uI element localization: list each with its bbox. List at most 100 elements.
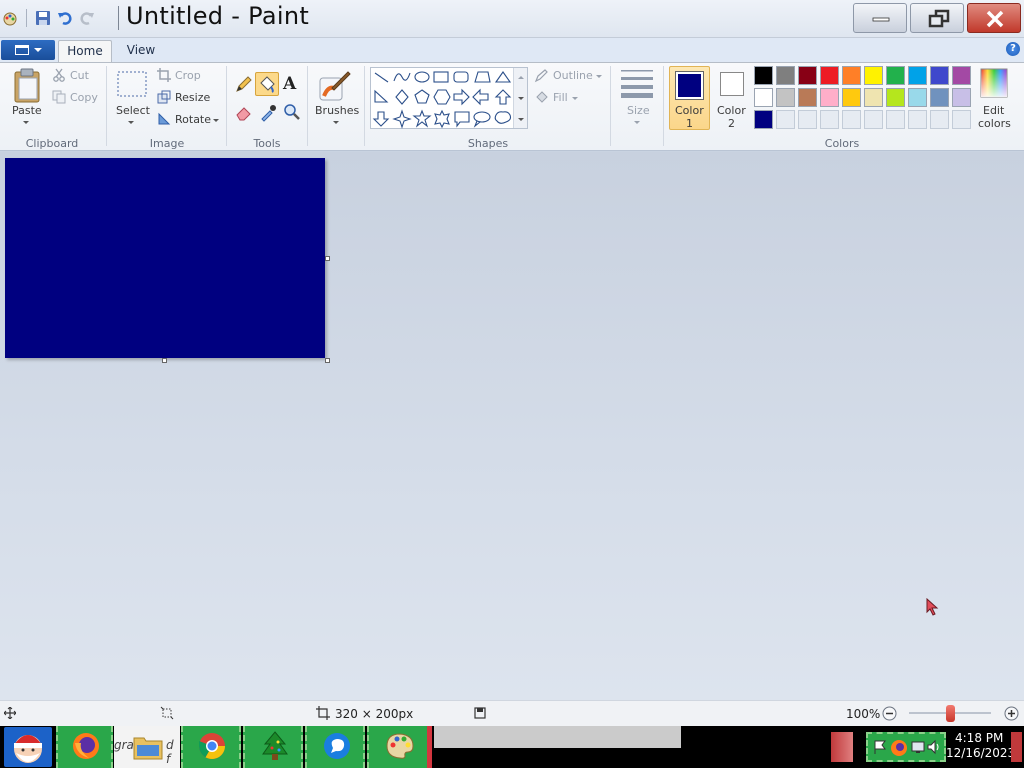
palette-color-swatch[interactable] bbox=[820, 88, 839, 107]
paint-app-icon[interactable] bbox=[2, 10, 18, 26]
palette-color-swatch[interactable] bbox=[776, 66, 795, 85]
palette-custom-slot[interactable] bbox=[886, 110, 905, 129]
palette-color-swatch[interactable] bbox=[908, 88, 927, 107]
pencil-icon[interactable] bbox=[234, 74, 254, 94]
chevron-down-icon[interactable] bbox=[572, 97, 578, 100]
palette-color-swatch[interactable] bbox=[798, 88, 817, 107]
taskbar-file-explorer[interactable]: gra d f bbox=[114, 726, 180, 768]
chevron-down-icon[interactable] bbox=[333, 121, 339, 124]
taskbar-messenger[interactable] bbox=[305, 726, 365, 768]
rotate-button[interactable]: Rotate bbox=[175, 113, 211, 126]
palette-custom-slot[interactable] bbox=[908, 110, 927, 129]
drawing-canvas[interactable] bbox=[5, 158, 325, 358]
palette-color-swatch[interactable] bbox=[930, 88, 949, 107]
cut-icon[interactable] bbox=[52, 68, 66, 82]
chevron-down-icon[interactable] bbox=[518, 97, 524, 100]
undo-icon[interactable] bbox=[57, 10, 73, 26]
edit-colors-label2[interactable]: colors bbox=[978, 117, 1011, 130]
close-button[interactable] bbox=[967, 3, 1021, 33]
eraser-icon[interactable] bbox=[234, 102, 254, 122]
shapes-gallery-scrollbar[interactable] bbox=[513, 68, 527, 128]
show-desktop-button[interactable] bbox=[1011, 732, 1022, 762]
palette-color-swatch[interactable] bbox=[842, 88, 861, 107]
resize-icon[interactable] bbox=[157, 90, 171, 104]
crop-icon[interactable] bbox=[157, 68, 171, 82]
text-tool-icon[interactable]: A bbox=[283, 74, 296, 94]
select-button[interactable]: Select bbox=[116, 104, 150, 117]
taskbar-chrome[interactable] bbox=[181, 726, 241, 768]
edit-colors-icon[interactable] bbox=[980, 68, 1008, 98]
chevron-down-icon[interactable] bbox=[23, 121, 29, 124]
select-icon[interactable] bbox=[116, 70, 148, 98]
rotate-icon[interactable] bbox=[157, 112, 171, 126]
palette-color-swatch[interactable] bbox=[886, 66, 905, 85]
palette-custom-slot[interactable] bbox=[776, 110, 795, 129]
zoom-in-icon[interactable] bbox=[1004, 706, 1019, 721]
edit-colors-label[interactable]: Edit bbox=[983, 104, 1004, 117]
redo-icon[interactable] bbox=[79, 10, 95, 26]
resize-handle-corner[interactable] bbox=[325, 358, 330, 363]
copy-icon[interactable] bbox=[52, 90, 66, 104]
resize-handle-right[interactable] bbox=[325, 256, 330, 261]
taskbar-firefox[interactable] bbox=[56, 726, 113, 768]
fill-tool-selected[interactable] bbox=[255, 72, 279, 96]
tray-notes-icon[interactable] bbox=[831, 732, 853, 762]
network-icon[interactable] bbox=[910, 739, 926, 755]
brushes-button[interactable]: Brushes bbox=[315, 104, 359, 117]
size-button[interactable]: Size bbox=[627, 104, 650, 117]
zoom-slider-thumb[interactable] bbox=[946, 705, 955, 722]
palette-custom-slot[interactable] bbox=[842, 110, 861, 129]
palette-color-swatch[interactable] bbox=[864, 88, 883, 107]
fill-button[interactable]: Fill bbox=[553, 91, 568, 104]
crop-button[interactable]: Crop bbox=[175, 69, 201, 82]
palette-color-swatch[interactable] bbox=[842, 66, 861, 85]
palette-color-swatch[interactable] bbox=[908, 66, 927, 85]
flag-icon[interactable] bbox=[872, 739, 888, 755]
palette-color-swatch[interactable] bbox=[952, 88, 971, 107]
outline-button[interactable]: Outline bbox=[553, 69, 593, 82]
chevron-down-icon[interactable] bbox=[634, 121, 640, 124]
palette-custom-slot[interactable] bbox=[952, 110, 971, 129]
chevron-up-icon[interactable] bbox=[518, 76, 524, 79]
palette-custom-slot[interactable] bbox=[930, 110, 949, 129]
chevron-down-icon[interactable] bbox=[128, 121, 134, 124]
paste-button[interactable]: Paste bbox=[12, 104, 42, 117]
chevron-down-icon[interactable] bbox=[596, 75, 602, 78]
size-icon[interactable] bbox=[620, 68, 654, 98]
color2-button[interactable] bbox=[720, 72, 744, 96]
start-button[interactable] bbox=[4, 727, 52, 767]
zoom-out-icon[interactable] bbox=[882, 706, 897, 721]
tray-firefox-icon[interactable] bbox=[890, 739, 908, 757]
taskbar-christmas-app[interactable] bbox=[243, 726, 303, 768]
palette-color-swatch[interactable] bbox=[886, 88, 905, 107]
palette-color-swatch[interactable] bbox=[820, 66, 839, 85]
shapes-gallery-icons[interactable] bbox=[372, 69, 512, 129]
restore-button[interactable] bbox=[910, 3, 964, 33]
brushes-icon[interactable] bbox=[318, 68, 352, 102]
resize-button[interactable]: Resize bbox=[175, 91, 210, 104]
tab-home[interactable]: Home bbox=[58, 40, 112, 62]
clock-date[interactable]: 12/16/2023 bbox=[946, 746, 1015, 760]
magnifier-icon[interactable] bbox=[282, 102, 302, 122]
chevron-down-icon[interactable] bbox=[213, 119, 219, 122]
file-menu-button[interactable] bbox=[1, 40, 55, 60]
expand-gallery-icon[interactable] bbox=[518, 118, 524, 121]
help-icon[interactable]: ? bbox=[1006, 42, 1020, 56]
palette-custom-slot[interactable] bbox=[820, 110, 839, 129]
palette-color-swatch[interactable] bbox=[930, 66, 949, 85]
volume-icon[interactable] bbox=[926, 739, 942, 755]
taskbar-paint[interactable] bbox=[367, 726, 432, 768]
palette-custom-slot[interactable] bbox=[864, 110, 883, 129]
palette-color-swatch[interactable] bbox=[754, 88, 773, 107]
color-picker-icon[interactable] bbox=[258, 102, 278, 122]
fill-icon[interactable] bbox=[534, 90, 549, 104]
palette-color-swatch[interactable] bbox=[754, 66, 773, 85]
clock-time[interactable]: 4:18 PM bbox=[955, 731, 1003, 745]
paste-icon[interactable] bbox=[12, 68, 42, 104]
palette-color-swatch[interactable] bbox=[864, 66, 883, 85]
save-icon[interactable] bbox=[35, 10, 51, 26]
cut-button[interactable]: Cut bbox=[70, 69, 89, 82]
palette-color-swatch[interactable] bbox=[754, 110, 773, 129]
outline-icon[interactable] bbox=[534, 69, 549, 83]
copy-button[interactable]: Copy bbox=[70, 91, 98, 104]
